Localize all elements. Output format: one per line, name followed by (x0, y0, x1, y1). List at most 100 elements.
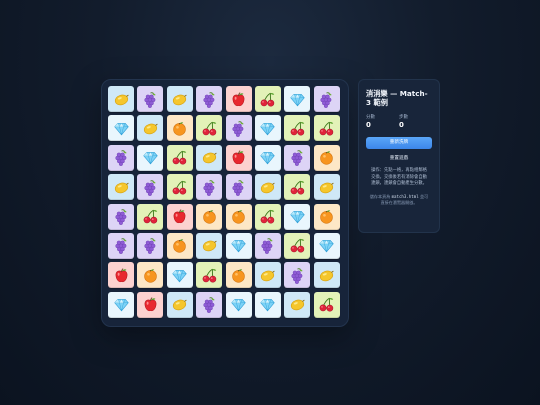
tile-grape[interactable] (108, 203, 134, 230)
tile-gem[interactable] (254, 115, 281, 142)
tile-gem[interactable] (313, 232, 340, 259)
cherry-icon (289, 120, 306, 137)
tile-grape[interactable] (196, 86, 223, 112)
tile-grape[interactable] (254, 232, 281, 259)
cherry-icon (289, 237, 306, 254)
tile-orange[interactable] (313, 203, 340, 230)
tile-grape[interactable] (313, 86, 340, 112)
tile-lemon[interactable] (313, 174, 340, 201)
tile-lemon[interactable] (137, 115, 164, 142)
apple-icon (230, 149, 247, 166)
tile-cherry[interactable] (196, 115, 223, 142)
orange-icon (171, 237, 188, 254)
gem-icon (113, 120, 130, 137)
tile-orange[interactable] (196, 203, 223, 230)
tile-lemon[interactable] (196, 144, 223, 171)
tile-gem[interactable] (254, 291, 281, 318)
tile-lemon[interactable] (108, 86, 134, 112)
score-value: 0 (366, 121, 371, 129)
tile-lemon[interactable] (196, 232, 223, 259)
tile-cherry[interactable] (166, 174, 193, 201)
tile-grape[interactable] (225, 115, 252, 142)
tile-gem[interactable] (225, 232, 252, 259)
tile-orange[interactable] (225, 203, 252, 230)
gem-icon (259, 296, 276, 313)
tile-gem[interactable] (166, 262, 193, 289)
tile-lemon[interactable] (313, 262, 340, 289)
tile-apple[interactable] (225, 144, 252, 171)
tile-cherry[interactable] (313, 291, 340, 318)
tile-gem[interactable] (284, 86, 311, 112)
save-hint: 儲存本頁為 match3.html 並可直接在瀏覽器開啟。 (366, 194, 432, 206)
tile-lemon[interactable] (166, 291, 193, 318)
lemon-icon (318, 179, 335, 196)
tile-lemon[interactable] (108, 174, 134, 201)
moves-value: 0 (399, 121, 404, 129)
tile-gem[interactable] (225, 291, 252, 318)
grape-icon (230, 120, 247, 137)
cherry-icon (259, 91, 276, 108)
tile-lemon[interactable] (166, 86, 193, 112)
gem-icon (259, 120, 276, 137)
tile-grape[interactable] (137, 174, 164, 201)
tile-apple[interactable] (166, 203, 193, 230)
lemon-icon (259, 267, 276, 284)
grape-icon (230, 179, 247, 196)
tile-orange[interactable] (166, 115, 193, 142)
tile-cherry[interactable] (196, 262, 223, 289)
grape-icon (201, 91, 218, 108)
tile-cherry[interactable] (284, 174, 311, 201)
tile-cherry[interactable] (313, 115, 340, 142)
tile-orange[interactable] (225, 262, 252, 289)
tile-gem[interactable] (137, 144, 164, 171)
tile-apple[interactable] (225, 86, 252, 112)
grape-icon (142, 179, 159, 196)
grape-icon (259, 237, 276, 255)
tile-gem[interactable] (108, 291, 134, 318)
tile-cherry[interactable] (284, 115, 311, 142)
orange-icon (318, 208, 335, 225)
tile-grape[interactable] (225, 174, 252, 201)
tile-grape[interactable] (196, 291, 223, 318)
grape-icon (113, 149, 130, 167)
tile-cherry[interactable] (254, 86, 281, 112)
tile-apple[interactable] (137, 291, 164, 318)
tile-lemon[interactable] (254, 262, 281, 289)
grape-icon (289, 149, 306, 167)
tile-gem[interactable] (284, 203, 311, 230)
tile-orange[interactable] (137, 262, 164, 289)
grape-icon (318, 91, 335, 108)
restart-button[interactable]: 重置遊戲 (366, 153, 432, 164)
orange-icon (171, 120, 188, 137)
orange-icon (230, 267, 247, 284)
cherry-icon (142, 208, 159, 225)
tile-grape[interactable] (108, 144, 134, 171)
lemon-icon (171, 296, 188, 313)
lemon-icon (201, 149, 218, 166)
side-panel: 消消樂 — Match-3 範例 分數 0 步數 0 重新洗牌 重置遊戲 操作：… (358, 79, 440, 233)
tile-orange[interactable] (166, 232, 193, 259)
tile-grape[interactable] (284, 144, 311, 171)
tile-orange[interactable] (313, 144, 340, 171)
orange-icon (318, 149, 335, 166)
apple-icon (171, 208, 188, 225)
tile-grape[interactable] (196, 174, 223, 201)
lemon-icon (289, 296, 306, 313)
tile-grape[interactable] (284, 262, 311, 289)
tile-cherry[interactable] (137, 203, 164, 230)
game-board (101, 79, 349, 327)
orange-icon (201, 208, 218, 225)
tile-gem[interactable] (254, 144, 281, 171)
tile-lemon[interactable] (284, 291, 311, 318)
tile-gem[interactable] (108, 115, 134, 142)
tile-apple[interactable] (108, 262, 134, 289)
tile-grape[interactable] (137, 86, 164, 112)
tile-grape[interactable] (108, 232, 134, 259)
tile-lemon[interactable] (254, 174, 281, 201)
reshuffle-button[interactable]: 重新洗牌 (366, 137, 432, 149)
apple-icon (113, 267, 130, 284)
tile-cherry[interactable] (254, 203, 281, 230)
tile-grape[interactable] (137, 232, 164, 259)
tile-cherry[interactable] (284, 232, 311, 259)
tile-cherry[interactable] (166, 144, 193, 171)
